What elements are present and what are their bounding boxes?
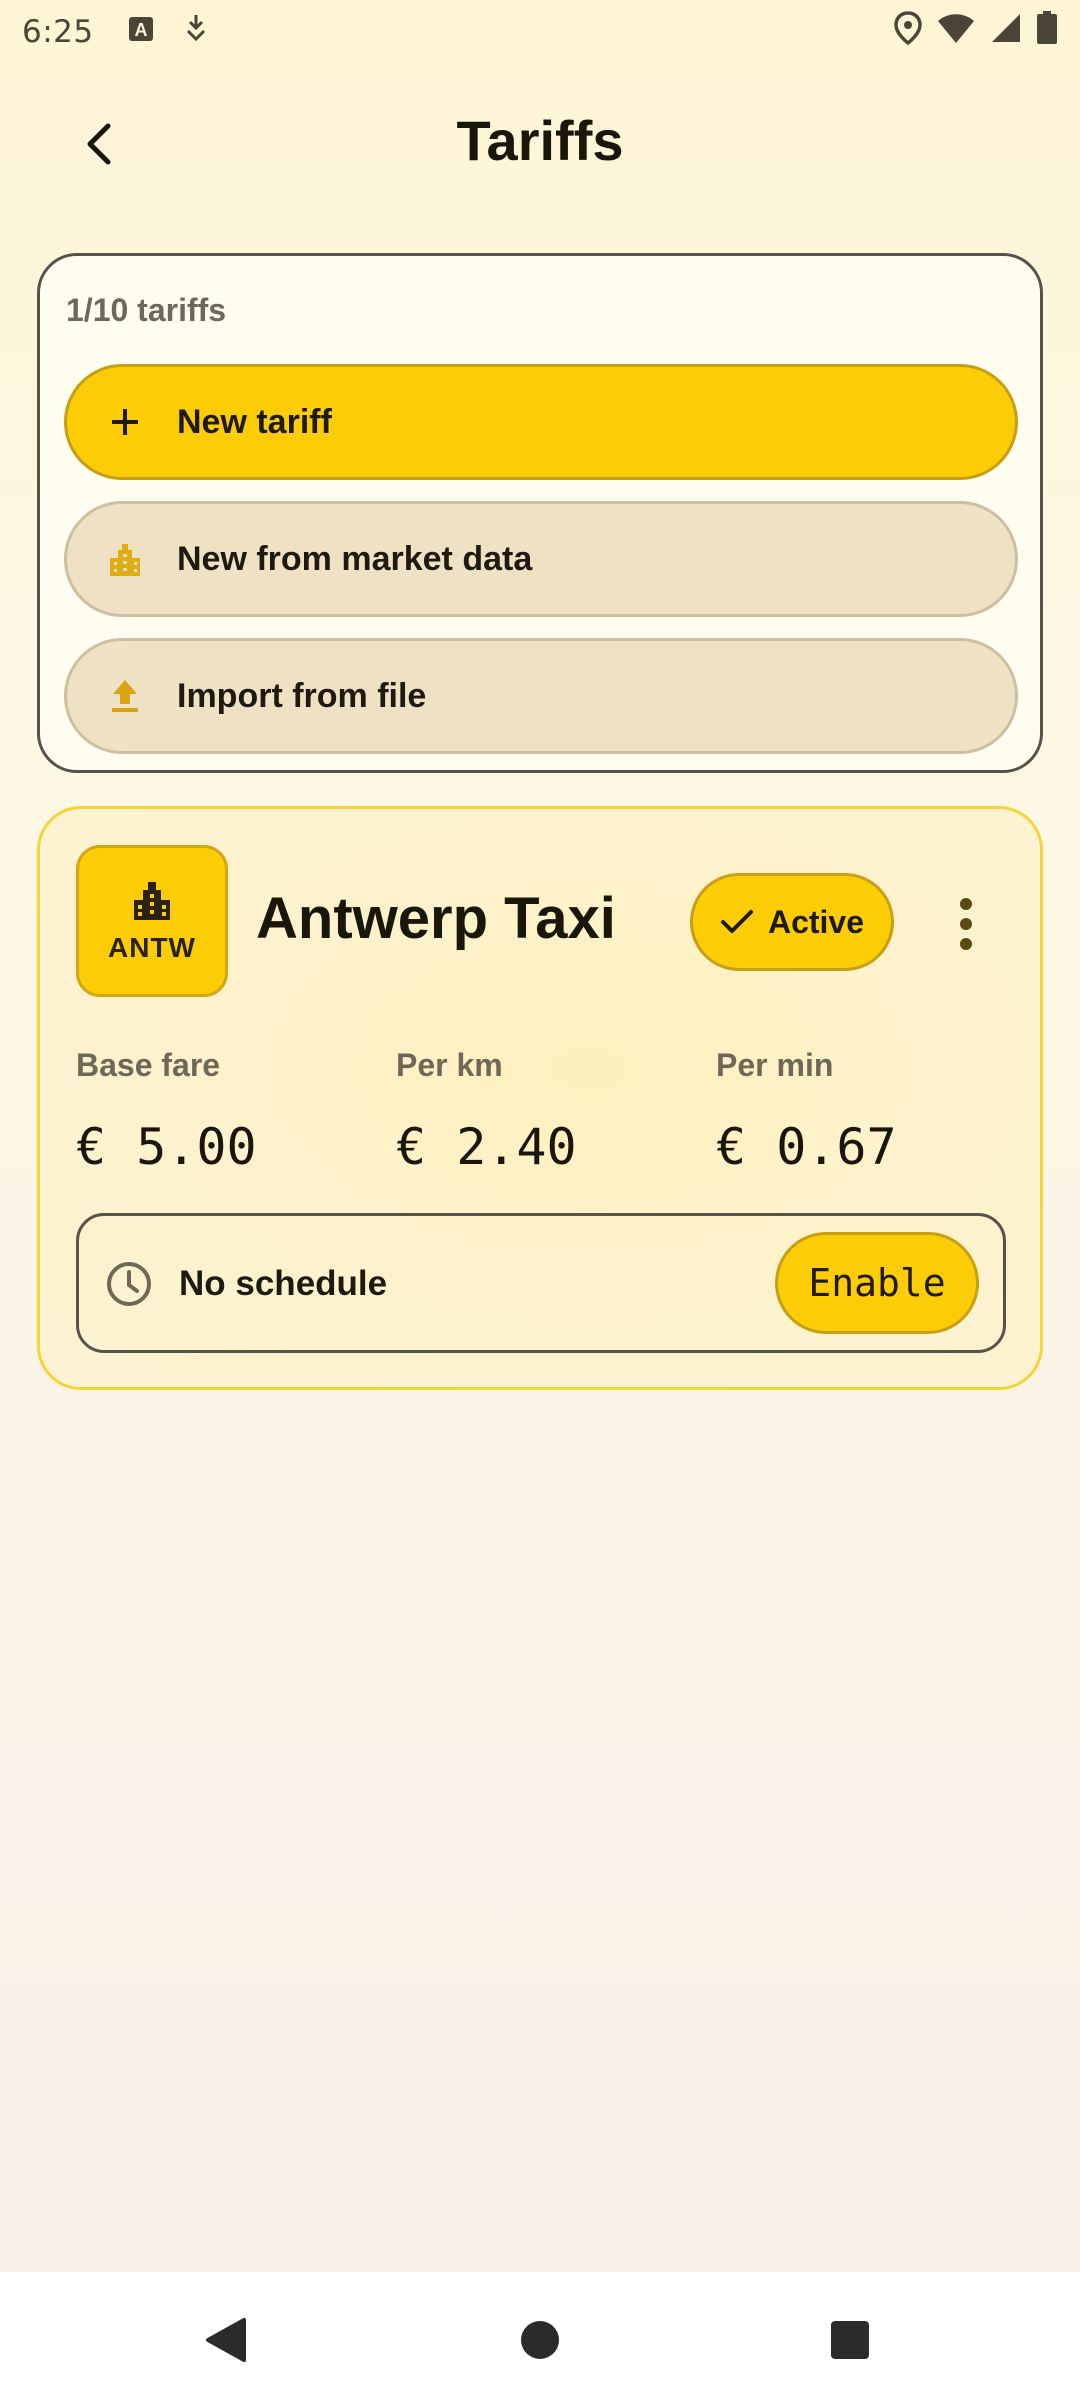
clock-icon	[105, 1260, 153, 1313]
tariff-badge-code: ANTW	[108, 932, 196, 963]
active-status-chip[interactable]: Active	[690, 873, 894, 971]
tariff-name: Antwerp Taxi	[256, 886, 616, 951]
status-bar: 6:25 A	[0, 0, 1080, 64]
new-from-market-data-button[interactable]: New from market data	[64, 501, 1018, 617]
checkmark-icon	[720, 910, 753, 933]
city-buildings-icon	[103, 537, 147, 581]
per-km-value: € 2.40	[396, 1118, 577, 1176]
schedule-row: No schedule Enable	[76, 1213, 1006, 1353]
schedule-status-text: No schedule	[179, 1264, 388, 1303]
per-km-column: Per km € 2.40	[396, 1047, 577, 1176]
per-min-value: € 0.67	[716, 1118, 897, 1176]
base-fare-value: € 5.00	[76, 1118, 257, 1176]
app-bar: Tariffs	[0, 90, 1080, 194]
more-options-button[interactable]	[936, 889, 996, 959]
active-status-label: Active	[767, 903, 865, 940]
triangle-back-icon	[206, 2318, 246, 2362]
system-navigation-bar	[0, 2272, 1080, 2400]
tariff-card[interactable]: ANTW Antwerp Taxi Active Base fare € 5.0…	[37, 806, 1043, 1390]
status-notification-icons: A	[128, 13, 208, 51]
upload-icon	[103, 674, 147, 718]
new-tariff-label: New tariff	[177, 402, 332, 441]
nav-recents-button[interactable]	[820, 2310, 880, 2370]
circle-home-icon	[521, 2321, 559, 2359]
enable-schedule-button[interactable]: Enable	[775, 1232, 979, 1334]
import-from-file-label: Import from file	[177, 676, 427, 715]
svg-text:A: A	[134, 20, 147, 40]
city-buildings-icon	[134, 882, 170, 920]
status-system-icons	[894, 11, 1058, 53]
tariff-count-label: 1/10 tariffs	[66, 292, 227, 328]
nav-home-button[interactable]	[510, 2310, 570, 2370]
base-fare-column: Base fare € 5.00	[76, 1047, 257, 1176]
tariff-actions-card: 1/10 tariffs New tariff New from market …	[37, 253, 1043, 773]
nav-back-button[interactable]	[196, 2310, 256, 2370]
square-recents-icon	[831, 2321, 869, 2359]
new-from-market-data-label: New from market data	[177, 539, 533, 578]
per-km-label: Per km	[396, 1047, 503, 1083]
base-fare-label: Base fare	[76, 1047, 221, 1083]
tariff-badge: ANTW	[76, 845, 228, 997]
import-from-file-button[interactable]: Import from file	[64, 638, 1018, 754]
location-icon	[894, 11, 922, 53]
per-min-label: Per min	[716, 1047, 834, 1083]
a-notification-icon: A	[128, 14, 154, 50]
more-vertical-icon	[960, 898, 972, 950]
battery-icon	[1036, 11, 1058, 53]
status-time: 6:25	[22, 14, 94, 50]
wifi-icon	[936, 12, 976, 52]
per-min-column: Per min € 0.67	[716, 1047, 897, 1176]
download-notification-icon	[184, 13, 208, 51]
new-tariff-button[interactable]: New tariff	[64, 364, 1018, 480]
page-title: Tariffs	[456, 109, 624, 172]
cell-signal-icon	[990, 12, 1022, 52]
plus-icon	[103, 400, 147, 444]
